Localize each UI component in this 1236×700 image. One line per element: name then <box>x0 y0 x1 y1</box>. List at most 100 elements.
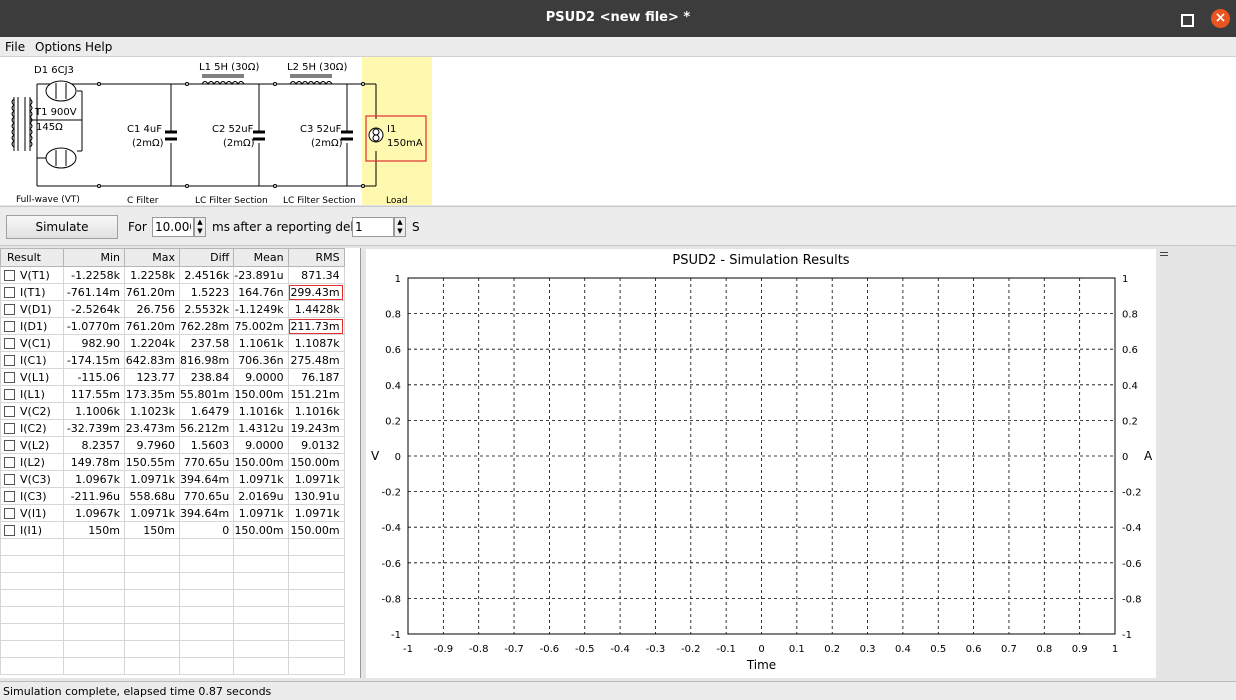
series-checkbox[interactable] <box>4 371 15 383</box>
delay-spinner[interactable]: ▲ ▼ <box>394 217 406 237</box>
menu-options[interactable]: Options <box>35 40 81 54</box>
series-checkbox[interactable] <box>4 337 15 349</box>
result-cell: I(T1) <box>0 283 64 301</box>
result-cell: I(C3) <box>0 487 64 505</box>
column-header-min[interactable]: Min <box>63 248 125 267</box>
empty-cell <box>178 640 235 658</box>
menu-file[interactable]: File <box>5 40 25 54</box>
section-label-load: Load <box>386 196 408 205</box>
series-checkbox[interactable] <box>4 524 15 536</box>
table-row: I(L2) 149.78m 150.55m 770.65u 150.00m 150.00m <box>0 453 345 471</box>
value-cell: 1.4312u <box>233 419 289 437</box>
series-checkbox[interactable] <box>4 388 15 400</box>
value-cell: 23.473m <box>124 419 180 437</box>
value-cell: 1.2204k <box>124 334 180 352</box>
series-checkbox[interactable] <box>4 405 15 417</box>
series-checkbox[interactable] <box>4 439 15 451</box>
empty-cell <box>233 572 289 590</box>
empty-row <box>0 572 345 590</box>
value-cell: 76.187 <box>287 368 345 386</box>
empty-cell <box>178 572 235 590</box>
value-cell: 1.0971k <box>287 504 345 522</box>
y-tick-label-right: -1 <box>1122 630 1132 641</box>
result-cell: V(L2) <box>0 436 64 454</box>
value-cell: 150m <box>63 521 125 539</box>
empty-cell <box>178 538 235 556</box>
value-cell: 9.7960 <box>124 436 180 454</box>
table-row: I(C1) -174.15m 642.83m 816.98m 706.36n 275.48… <box>0 351 345 369</box>
column-header-rms[interactable]: RMS <box>287 248 345 267</box>
empty-cell <box>178 623 235 641</box>
menu-help[interactable]: Help <box>85 40 112 54</box>
x-tick-label: 0.8 <box>1036 644 1052 655</box>
empty-cell <box>124 555 180 573</box>
series-checkbox[interactable] <box>4 303 15 315</box>
delay-input[interactable] <box>352 217 394 237</box>
value-cell: -2.5264k <box>63 300 125 318</box>
series-checkbox[interactable] <box>4 354 15 366</box>
value-cell: 1.1006k <box>63 402 125 420</box>
empty-row <box>0 657 345 675</box>
series-checkbox[interactable] <box>4 456 15 468</box>
y-tick-label-right: 0.6 <box>1122 345 1138 356</box>
column-header-max[interactable]: Max <box>124 248 180 267</box>
value-cell: 1.2258k <box>124 266 180 284</box>
result-cell: I(L2) <box>0 453 64 471</box>
empty-cell <box>63 640 125 658</box>
panel-toggle-icon[interactable] <box>1160 252 1168 256</box>
column-header-mean[interactable]: Mean <box>233 248 289 267</box>
simulate-button[interactable]: Simulate <box>6 215 118 239</box>
x-tick-label: 0.4 <box>895 644 911 655</box>
simulation-toolbar: Simulate For ▲▼ ms after a reporting del… <box>0 206 1236 246</box>
empty-cell <box>124 538 180 556</box>
table-row: V(D1) -2.5264k 26.756 2.5532k -1.1249k 1.4428… <box>0 300 345 318</box>
close-icon[interactable]: × <box>1211 9 1230 28</box>
y-tick-label-left: -0.2 <box>381 488 401 499</box>
menu-bar: File Options Help <box>0 37 1236 57</box>
result-name: I(C3) <box>20 489 47 503</box>
result-name: I(T1) <box>20 285 46 299</box>
transformer-resistance: 145Ω <box>36 122 63 133</box>
c1-esr: (2mΩ) <box>132 138 164 149</box>
empty-row <box>0 538 345 556</box>
x-tick-label: 0.5 <box>930 644 946 655</box>
column-header-result[interactable]: Result <box>0 248 64 267</box>
empty-cell <box>124 623 180 641</box>
value-cell: 642.83m <box>124 351 180 369</box>
y-tick-label-right: -0.2 <box>1122 488 1142 499</box>
series-checkbox[interactable] <box>4 422 15 434</box>
empty-cell <box>233 538 289 556</box>
duration-spinner[interactable]: ▲ ▼ <box>194 217 206 237</box>
value-cell: 150.00m <box>233 453 289 471</box>
series-checkbox[interactable] <box>4 286 15 298</box>
y-tick-label-left: -0.8 <box>381 594 401 605</box>
result-name: I(I1) <box>20 523 43 537</box>
result-name: I(D1) <box>20 319 48 333</box>
empty-cell <box>63 606 125 624</box>
value-cell: 9.0132 <box>287 436 345 454</box>
series-checkbox[interactable] <box>4 507 15 519</box>
y-tick-label-right: -0.6 <box>1122 559 1142 570</box>
value-cell: 150.00m <box>233 521 289 539</box>
column-header-diff[interactable]: Diff <box>178 248 235 267</box>
empty-cell <box>124 640 180 658</box>
empty-cell <box>63 623 125 641</box>
series-checkbox[interactable] <box>4 269 15 281</box>
series-checkbox[interactable] <box>4 490 15 502</box>
value-cell: 9.0000 <box>233 436 289 454</box>
result-name: I(C2) <box>20 421 47 435</box>
result-name: I(L1) <box>20 387 45 401</box>
y-tick-label-left: 0 <box>395 452 401 463</box>
c3-esr: (2mΩ) <box>311 138 343 149</box>
value-cell: 706.36n <box>233 351 289 369</box>
circuit-schematic: D1 6CJ3 T1 900V 145Ω C1 4uF (2mΩ) L1 5H … <box>0 57 1236 205</box>
status-bar: Simulation complete, elapsed time 0.87 s… <box>0 681 1236 700</box>
table-row: I(C2) -32.739m 23.473m 56.212m 1.4312u 19.243… <box>0 419 345 437</box>
series-checkbox[interactable] <box>4 320 15 332</box>
result-cell: I(C1) <box>0 351 64 369</box>
series-checkbox[interactable] <box>4 473 15 485</box>
table-row: V(I1) 1.0967k 1.0971k 394.64m 1.0971k 1.0971k <box>0 504 345 522</box>
duration-input[interactable] <box>152 217 194 237</box>
maximize-icon[interactable] <box>1178 11 1194 27</box>
value-cell: 26.756 <box>124 300 180 318</box>
